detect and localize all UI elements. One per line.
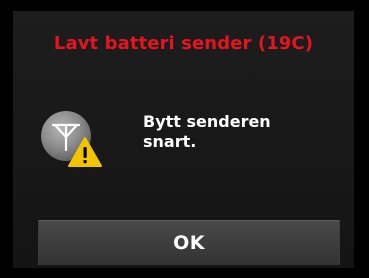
message-line-2: snart.: [143, 132, 197, 151]
alert-dialog: Lavt batteri sender (19C) Bytt senderen …: [13, 11, 354, 268]
transmitter-warning-icon: [41, 108, 105, 172]
dialog-message: Bytt senderen snart.: [143, 112, 323, 152]
dialog-title: Lavt batteri sender (19C): [53, 33, 314, 54]
message-line-1: Bytt senderen: [143, 112, 271, 131]
device-frame: Lavt batteri sender (19C) Bytt senderen …: [0, 0, 369, 278]
ok-button[interactable]: OK: [38, 220, 340, 265]
